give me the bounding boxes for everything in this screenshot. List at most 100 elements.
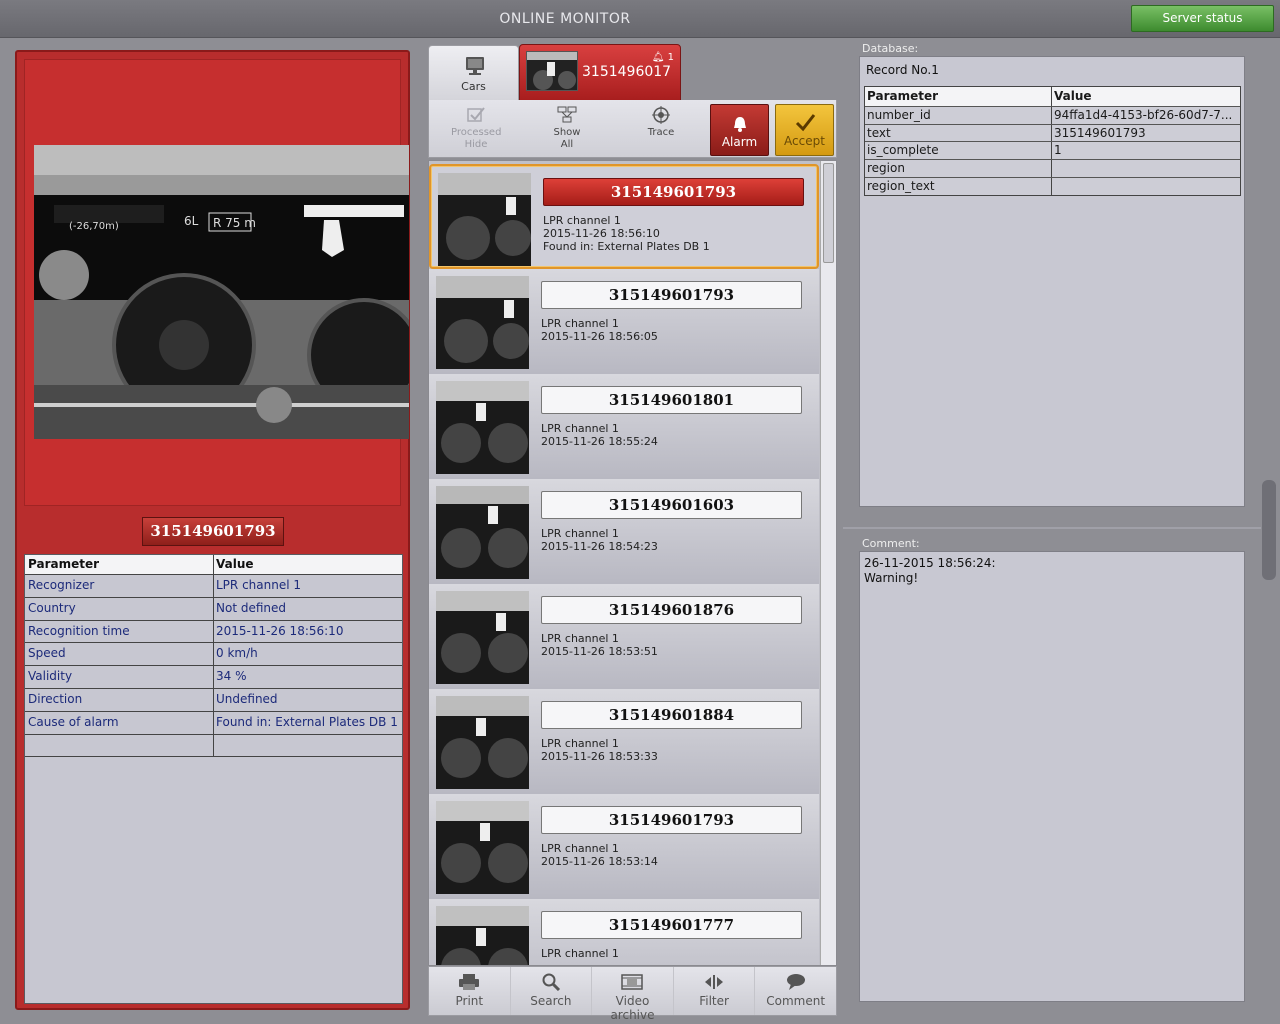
side-scroll-handle[interactable] [1262,480,1276,580]
database-table: Parameter Value number_id 94ffa1d4-4153-… [864,86,1241,197]
bottom-toolbar: Print Search Video archive Filter Commen… [428,966,837,1022]
events-list[interactable]: 315149601793 LPR channel 1 2015-11-26 18… [428,160,837,966]
event-meta: LPR channel 1 2015-11-26 18:56:05 [541,317,658,343]
event-meta: LPR channel 1 2015-11-26 18:55:24 [541,422,658,448]
list-item[interactable]: 315149601876 LPR channel 1 2015-11-26 18… [429,584,819,689]
event-channel: LPR channel 1 [541,842,619,855]
panel-splitter[interactable] [843,527,1261,529]
database-panel: Record No.1 Parameter Value number_id 94… [859,56,1245,507]
alarm-thumbnail [526,51,578,91]
param-name: Speed [25,643,214,666]
event-plate: 315149601884 [541,701,802,729]
print-button[interactable]: Print [429,967,511,1015]
bell-icon [733,117,746,132]
list-item[interactable]: 315149601777 LPR channel 1 [429,899,819,965]
comment-label: Comment [766,994,826,1008]
event-found: Found in: External Plates DB 1 [543,240,710,253]
table-row: is_complete 1 [865,142,1240,161]
trace-button[interactable]: Trace [641,106,681,139]
filter-icon [705,975,724,989]
scrollbar-thumb[interactable] [823,163,834,263]
show-label: Show [553,127,581,138]
tab-cars[interactable]: Cars [428,45,519,101]
event-thumbnail [436,276,529,369]
param-value: Undefined [216,691,278,706]
show-all-button[interactable]: Show All [547,106,587,151]
search-icon [542,973,560,991]
list-item[interactable]: 315149601801 LPR channel 1 2015-11-26 18… [429,374,819,479]
window-title: ONLINE MONITOR [499,11,631,27]
title-bar: ONLINE MONITOR Server status [0,0,1280,38]
list-item[interactable]: 315149601793 LPR channel 1 2015-11-26 18… [429,269,819,374]
table-row: Direction Undefined [25,688,402,712]
comment-line: Warning! [864,571,919,585]
video-archive-label: Video archive [610,994,655,1022]
event-channel: LPR channel 1 [541,422,619,435]
vehicle-photo[interactable]: (-26,70m) 6L R 75 m [34,145,409,439]
alarm-detail-panel: (-26,70m) 6L R 75 m 315149601793 Paramet… [15,50,410,1010]
bell-icon: 🔔︎ [651,52,665,63]
comment-button[interactable]: Comment [755,967,836,1015]
event-time: 2015-11-26 18:53:33 [541,750,658,763]
events-toolbar: Processed Hide Show All Trace Alarm Acce… [428,100,837,158]
event-thumbnail [436,696,529,789]
comment-field[interactable]: 26-11-2015 18:56:24: Warning! [859,551,1245,1002]
search-button[interactable]: Search [511,967,593,1015]
param-name: Direction [25,688,214,711]
header-value: Value [216,557,254,571]
accept-button[interactable]: Accept [775,104,834,156]
event-channel: LPR channel 1 [543,214,621,227]
alarm-count-value: 1 [667,52,674,63]
list-item[interactable]: 315149601793 LPR channel 1 2015-11-26 18… [429,164,819,269]
list-item[interactable]: 315149601884 LPR channel 1 2015-11-26 18… [429,689,819,794]
alarm-button[interactable]: Alarm [710,104,769,156]
param-value: Not defined [216,600,287,615]
db-value [1052,178,1240,196]
print-label: Print [455,994,484,1008]
db-value: 315149601793 [1054,125,1146,140]
recognized-plate: 315149601793 [142,517,284,546]
database-label: Database: [862,42,919,55]
table-row [25,734,402,758]
printer-icon [459,974,480,990]
db-param: text [865,124,1052,142]
video-archive-button[interactable]: Video archive [592,967,674,1022]
param-value: LPR channel 1 [216,578,302,592]
db-value: 94ffa1d4-4153-bf26-60d7-7... [1054,108,1233,122]
list-scrollbar[interactable] [820,161,836,965]
list-item[interactable]: 315149601793 LPR channel 1 2015-11-26 18… [429,794,819,899]
event-meta: LPR channel 1 2015-11-26 18:56:10 Found … [543,214,710,253]
table-row: text 315149601793 [865,124,1240,143]
db-value: 1 [1054,143,1062,158]
alarm-tab-number: 3151496017 [582,64,672,80]
target-icon [652,106,670,124]
tab-cars-label: Cars [461,80,486,93]
event-thumbnail [436,486,529,579]
filter-button[interactable]: Filter [674,967,756,1015]
server-status-button[interactable]: Server status [1131,5,1274,32]
table-row: region_text [865,177,1240,196]
accept-label: Accept [784,134,825,148]
event-channel: LPR channel 1 [541,317,619,330]
event-channel: LPR channel 1 [541,737,619,750]
tree-icon [557,106,577,123]
comment-line: 26-11-2015 18:56:24: [864,556,996,570]
event-thumbnail [438,173,531,266]
param-name [25,734,214,757]
event-plate: 315149601793 [541,806,802,834]
table-row: Speed 0 km/h [25,643,402,667]
event-thumbnail [436,591,529,684]
table-row: Cause of alarm Found in: External Plates… [25,711,402,735]
list-item[interactable]: 315149601603 LPR channel 1 2015-11-26 18… [429,479,819,584]
trace-label: Trace [647,127,675,138]
param-value: Found in: External Plates DB 1 [216,714,398,729]
svg-text:(-26,70m): (-26,70m) [69,221,119,232]
record-number: Record No.1 [866,63,939,77]
event-plate: 315149601777 [541,911,802,939]
tab-alarm-event[interactable]: 3151496017 🔔︎ 1 [519,44,681,101]
event-thumbnail [436,801,529,894]
events-panel: Cars 3151496017 🔔︎ 1 Processed Hide Show… [428,44,837,1022]
processed-hide-button[interactable]: Processed Hide [451,106,501,151]
svg-text:6L: 6L [184,214,199,228]
param-name: Validity [25,666,214,688]
